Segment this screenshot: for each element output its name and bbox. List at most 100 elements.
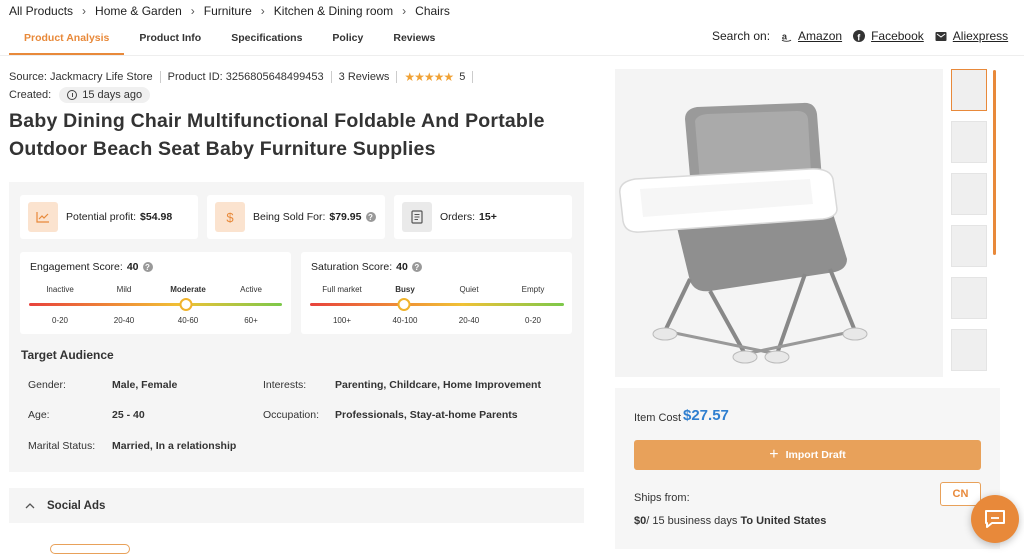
shipping-destination: To United States bbox=[740, 515, 827, 527]
thumbnail-scrollbar[interactable] bbox=[993, 70, 996, 255]
divider bbox=[472, 71, 474, 83]
saturation-score-card: Saturation Score: 40 ? Full market Busy … bbox=[301, 252, 572, 334]
divider bbox=[396, 71, 398, 83]
star-rating-icon: ★★★★★ bbox=[404, 70, 454, 84]
occupation-value: Professionals, Stay-at-home Parents bbox=[335, 409, 518, 421]
shipping-info: $0/ 15 business days To United States bbox=[634, 515, 826, 527]
chevron-right-icon: › bbox=[190, 4, 195, 18]
thumbnail-image[interactable] bbox=[951, 69, 987, 111]
engagement-range: 0-20 bbox=[51, 316, 69, 325]
saturation-level: Quiet bbox=[459, 285, 479, 294]
baby-chair-image bbox=[619, 102, 868, 364]
import-draft-button[interactable]: + Import Draft bbox=[634, 440, 981, 470]
amazon-icon: a bbox=[780, 30, 792, 42]
chevron-right-icon: › bbox=[260, 4, 265, 18]
created-chip: 15 days ago bbox=[59, 87, 151, 103]
created-value: 15 days ago bbox=[82, 89, 143, 101]
amazon-link[interactable]: a Amazon bbox=[780, 29, 842, 43]
divider bbox=[159, 71, 161, 83]
aliexpress-link[interactable]: Aliexpress bbox=[935, 29, 1008, 43]
breadcrumb-item[interactable]: Home & Garden bbox=[95, 4, 182, 18]
age-label: Age: bbox=[28, 409, 50, 421]
marital-status-value: Married, In a relationship bbox=[112, 440, 237, 452]
tab-product-info[interactable]: Product Info bbox=[124, 26, 216, 56]
facebook-link[interactable]: f Facebook bbox=[853, 29, 924, 43]
shipping-cost: $0 bbox=[634, 515, 647, 527]
source-store[interactable]: Source: Jackmacry Life Store bbox=[9, 71, 153, 83]
thumbnail-image[interactable] bbox=[951, 173, 987, 215]
saturation-range: 0-20 bbox=[524, 316, 542, 325]
reviews-count[interactable]: 3 Reviews bbox=[339, 71, 390, 83]
engagement-header: Engagement Score: 40 ? bbox=[30, 261, 153, 273]
thumbnail-image[interactable] bbox=[951, 277, 987, 319]
tab-policy[interactable]: Policy bbox=[317, 26, 378, 56]
interests-label: Interests: bbox=[263, 379, 307, 391]
search-on-label: Search on: bbox=[712, 29, 771, 43]
product-main-image[interactable] bbox=[615, 69, 943, 377]
product-id: Product ID: 3256805648499453 bbox=[167, 71, 324, 83]
interests-value: Parenting, Childcare, Home Improvement bbox=[335, 379, 541, 391]
breadcrumb-item[interactable]: Kitchen & Dining room bbox=[274, 4, 393, 18]
tab-reviews[interactable]: Reviews bbox=[378, 26, 450, 56]
breadcrumb-item[interactable]: All Products bbox=[9, 4, 73, 18]
engagement-range: 20-40 bbox=[113, 316, 135, 325]
engagement-range: 60+ bbox=[244, 316, 258, 325]
marital-status-label: Marital Status: bbox=[28, 440, 96, 452]
breadcrumb-item[interactable]: Chairs bbox=[415, 4, 450, 18]
engagement-range: 40-60 bbox=[177, 316, 199, 325]
amazon-link-label: Amazon bbox=[798, 29, 843, 43]
orders-value: 15+ bbox=[479, 211, 497, 223]
orders-card: Orders: 15+ bbox=[394, 195, 572, 239]
saturation-level-active: Busy bbox=[395, 285, 415, 294]
tab-specifications[interactable]: Specifications bbox=[216, 26, 317, 56]
engagement-level: Mild bbox=[116, 285, 132, 294]
help-icon[interactable]: ? bbox=[411, 262, 422, 272]
breadcrumb: All Products › Home & Garden › Furniture… bbox=[9, 4, 450, 18]
chat-button[interactable] bbox=[971, 495, 1019, 543]
facebook-link-label: Facebook bbox=[871, 29, 924, 43]
aliexpress-icon bbox=[935, 30, 947, 42]
target-audience-title: Target Audience bbox=[21, 348, 114, 362]
search-on-bar: Search on: a Amazon f Facebook Aliexpres… bbox=[712, 29, 1019, 43]
facebook-icon: f bbox=[853, 30, 866, 42]
gender-value: Male, Female bbox=[112, 379, 178, 391]
engagement-score-card: Engagement Score: 40 ? Inactive Mild Mod… bbox=[20, 252, 291, 334]
engagement-label: Engagement Score: bbox=[30, 261, 123, 273]
thumbnail-image[interactable] bbox=[951, 225, 987, 267]
tab-product-analysis[interactable]: Product Analysis bbox=[9, 26, 125, 56]
help-icon[interactable]: ? bbox=[365, 212, 376, 222]
tab-divider bbox=[0, 55, 1024, 56]
product-meta: Source: Jackmacry Life Store Product ID:… bbox=[9, 70, 480, 84]
item-cost-label: Item Cost bbox=[634, 412, 682, 424]
svg-text:a: a bbox=[781, 31, 787, 41]
clock-icon bbox=[67, 90, 78, 100]
saturation-range: 40-100 bbox=[392, 316, 418, 325]
chevron-right-icon: › bbox=[82, 4, 87, 18]
engagement-value: 40 bbox=[126, 261, 139, 273]
age-value: 25 - 40 bbox=[112, 409, 145, 421]
help-icon[interactable]: ? bbox=[142, 262, 153, 272]
saturation-range: 20-40 bbox=[458, 316, 480, 325]
breadcrumb-item[interactable]: Furniture bbox=[204, 4, 252, 18]
thumbnail-image[interactable] bbox=[951, 121, 987, 163]
saturation-header: Saturation Score: 40 ? bbox=[311, 261, 422, 273]
ships-from-cn-button[interactable]: CN bbox=[940, 482, 981, 506]
engagement-indicator bbox=[179, 298, 193, 311]
thumbnail-image[interactable] bbox=[951, 329, 987, 371]
product-title: Baby Dining Chair Multifunctional Foldab… bbox=[9, 110, 545, 160]
saturation-range: 100+ bbox=[332, 316, 352, 325]
profit-card: Potential profit: $54.98 bbox=[20, 195, 198, 239]
sold-value: $79.95 bbox=[329, 211, 362, 223]
created-label: Created: bbox=[9, 89, 52, 101]
receipt-icon bbox=[402, 202, 432, 232]
rating-value: 5 bbox=[459, 71, 466, 83]
profit-label: Potential profit: bbox=[66, 211, 137, 223]
social-ads-section[interactable]: Social Ads bbox=[9, 488, 584, 523]
ships-from-label: Ships from: bbox=[634, 492, 690, 504]
partial-button[interactable] bbox=[50, 544, 130, 554]
engagement-level: Inactive bbox=[46, 285, 74, 294]
shipping-days: / 15 business days bbox=[646, 515, 738, 527]
saturation-level: Empty bbox=[521, 285, 545, 294]
thumbnail-strip bbox=[951, 69, 991, 381]
plus-icon: + bbox=[769, 446, 779, 463]
